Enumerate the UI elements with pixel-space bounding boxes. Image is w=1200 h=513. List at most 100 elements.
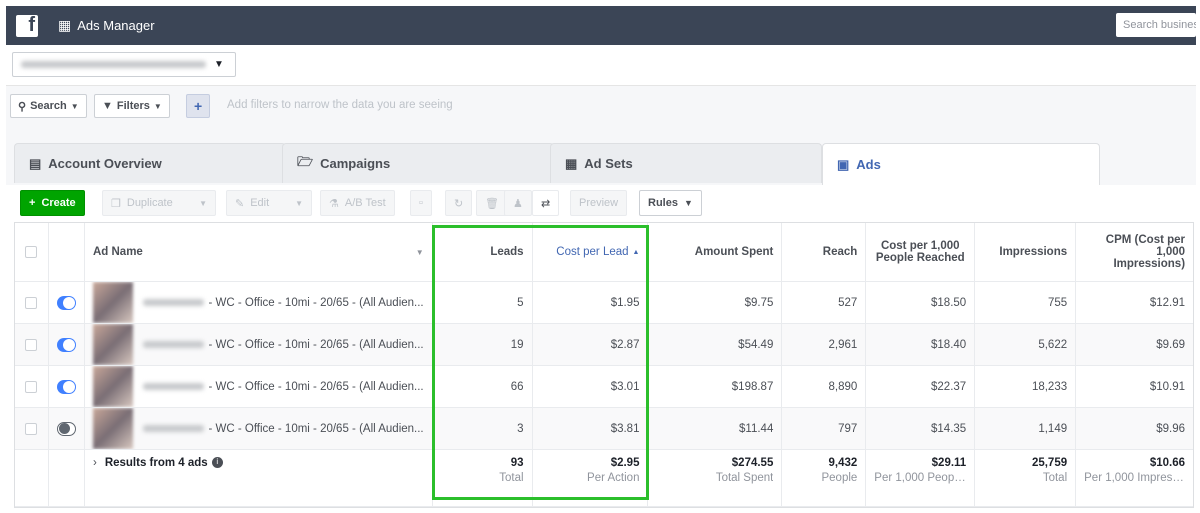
- preview-button[interactable]: Preview: [570, 190, 628, 216]
- ad-name[interactable]: - WC - Office - 10mi - 20/65 - (All Audi…: [208, 339, 423, 351]
- apps-grid-icon[interactable]: ▦: [58, 17, 71, 34]
- footer-leads: 93 Total: [433, 450, 533, 506]
- ad-toggle[interactable]: [49, 366, 85, 407]
- col-amount-spent[interactable]: Amount Spent: [648, 223, 783, 281]
- caret-down-icon: ▼: [683, 198, 693, 208]
- col-cost-per-lead[interactable]: Cost per Lead ▲: [533, 223, 649, 281]
- refresh-icon: ↻: [454, 197, 464, 210]
- footer-sublabel: People: [821, 472, 858, 484]
- clipboard-button[interactable]: ▫: [410, 190, 432, 216]
- ad-name-cell[interactable]: - WC - Office - 10mi - 20/65 - (All Audi…: [85, 408, 433, 449]
- col-ad-name[interactable]: Ad Name ▼: [85, 223, 433, 281]
- cell-reach: 8,890: [782, 366, 867, 407]
- rules-label: Rules: [648, 197, 678, 209]
- col-leads[interactable]: Leads: [433, 223, 533, 281]
- footer-amount: $274.55 Total Spent: [648, 450, 783, 506]
- ad-toggle[interactable]: [49, 324, 85, 365]
- cell-cpr: $18.40: [866, 324, 976, 365]
- ad-name-cell[interactable]: - WC - Office - 10mi - 20/65 - (All Audi…: [85, 324, 433, 365]
- tab-campaigns[interactable]: 🗁 Campaigns: [282, 143, 554, 183]
- facebook-logo[interactable]: f: [16, 14, 38, 37]
- ad-name[interactable]: - WC - Office - 10mi - 20/65 - (All Audi…: [208, 423, 423, 435]
- ad-toggle[interactable]: [49, 282, 85, 323]
- row-checkbox[interactable]: [15, 366, 49, 407]
- ad-name-redacted: [142, 383, 205, 390]
- ad-name-redacted: [142, 341, 205, 348]
- col-cpm[interactable]: CPM (Cost per 1,000 Impressions): [1076, 223, 1193, 281]
- results-summary[interactable]: › Results from 4 ads i: [85, 450, 433, 506]
- plus-icon: +: [29, 197, 36, 209]
- col-label: Cost per Lead: [556, 246, 629, 258]
- ad-thumbnail: [92, 282, 133, 323]
- account-name-redacted: [21, 61, 206, 68]
- ad-name[interactable]: - WC - Office - 10mi - 20/65 - (All Audi…: [208, 297, 423, 309]
- table-row[interactable]: - WC - Office - 10mi - 20/65 - (All Audi…: [15, 282, 1193, 324]
- footer-blank: [15, 450, 49, 506]
- cell-cpm: $9.69: [1156, 338, 1186, 351]
- tab-label: Account Overview: [48, 156, 162, 171]
- footer-sublabel: Per Action: [587, 472, 640, 484]
- search-button[interactable]: ⚲ Search ▼: [10, 94, 87, 118]
- tab-ads[interactable]: ▣ Ads: [822, 143, 1100, 185]
- cell-cpl: $1.95: [533, 282, 649, 323]
- duplicate-button[interactable]: ❐ Duplicate ▼: [102, 190, 216, 216]
- toggle-header: [49, 223, 85, 281]
- preview-label: Preview: [579, 197, 619, 209]
- account-selector[interactable]: ▼: [12, 52, 236, 77]
- footer-sublabel: Total Spent: [715, 472, 774, 484]
- export-icon: ⇄: [541, 197, 551, 210]
- col-impressions[interactable]: Impressions: [975, 223, 1077, 281]
- row-checkbox[interactable]: [15, 282, 49, 323]
- audience-button[interactable]: ♟: [504, 190, 532, 216]
- ab-test-label: A/B Test: [344, 197, 386, 209]
- ad-thumbnail: [92, 408, 133, 449]
- cell-amount: $54.49: [648, 324, 783, 365]
- search-icon: ⚲: [18, 100, 27, 113]
- filter-icon: ▼: [102, 100, 113, 112]
- cell-impressions: 755: [975, 282, 1077, 323]
- results-label: Results from 4 ads: [104, 457, 208, 469]
- row-checkbox[interactable]: [15, 324, 49, 365]
- ab-test-button[interactable]: ⚗ A/B Test: [320, 190, 395, 216]
- top-bar: f ▦ Ads Manager Search business: [6, 6, 1196, 45]
- table-row[interactable]: - WC - Office - 10mi - 20/65 - (All Audi…: [15, 366, 1193, 408]
- ad-name-cell[interactable]: - WC - Office - 10mi - 20/65 - (All Audi…: [85, 282, 433, 323]
- caret-down-icon: ▼: [153, 101, 162, 111]
- trash-icon: 🗑: [485, 197, 499, 210]
- footer-cpl: $2.95 Per Action: [533, 450, 649, 506]
- cell-cpm: $10.91: [1149, 380, 1186, 393]
- rules-button[interactable]: Rules ▼: [639, 190, 702, 216]
- ad-name[interactable]: - WC - Office - 10mi - 20/65 - (All Audi…: [208, 381, 423, 393]
- filter-hint: Add filters to narrow the data you are s…: [227, 99, 453, 111]
- add-filter-button[interactable]: +: [186, 94, 211, 118]
- col-cost-per-1000-reached[interactable]: Cost per 1,000 People Reached: [866, 223, 976, 281]
- edit-button[interactable]: ✎ Edit ▼: [226, 190, 312, 216]
- select-all-checkbox[interactable]: [15, 223, 49, 281]
- chevron-right-icon: ›: [92, 457, 97, 469]
- cell-amount: $11.44: [648, 408, 783, 449]
- app-name[interactable]: Ads Manager: [77, 18, 154, 33]
- refresh-button[interactable]: ↻: [445, 190, 473, 216]
- tab-account-overview[interactable]: ▤ Account Overview: [14, 143, 286, 183]
- tab-ad-sets[interactable]: ▦ Ad Sets: [550, 143, 822, 183]
- row-checkbox[interactable]: [15, 408, 49, 449]
- table-row[interactable]: - WC - Office - 10mi - 20/65 - (All Audi…: [15, 324, 1193, 366]
- ad-toggle[interactable]: [49, 408, 85, 449]
- cell-cpl: $3.01: [533, 366, 649, 407]
- cell-impressions: 18,233: [975, 366, 1077, 407]
- tab-label: Ads: [856, 157, 881, 172]
- footer-value: 25,759: [1031, 457, 1068, 469]
- caret-down-icon: ▼: [415, 247, 424, 257]
- create-button[interactable]: + Create: [20, 190, 85, 216]
- col-reach[interactable]: Reach: [782, 223, 867, 281]
- footer-reach: 9,432 People: [782, 450, 867, 506]
- grid-icon: ▦: [565, 155, 578, 171]
- table-row[interactable]: - WC - Office - 10mi - 20/65 - (All Audi…: [15, 408, 1193, 450]
- business-search-input[interactable]: Search business: [1116, 13, 1196, 37]
- ad-name-cell[interactable]: - WC - Office - 10mi - 20/65 - (All Audi…: [85, 366, 433, 407]
- cell-cpm: $12.91: [1149, 296, 1186, 309]
- caret-down-icon: ▼: [295, 198, 303, 208]
- export-button[interactable]: ⇄: [532, 190, 560, 216]
- cell-cpr: $22.37: [866, 366, 976, 407]
- filters-button[interactable]: ▼ Filters ▼: [94, 94, 170, 118]
